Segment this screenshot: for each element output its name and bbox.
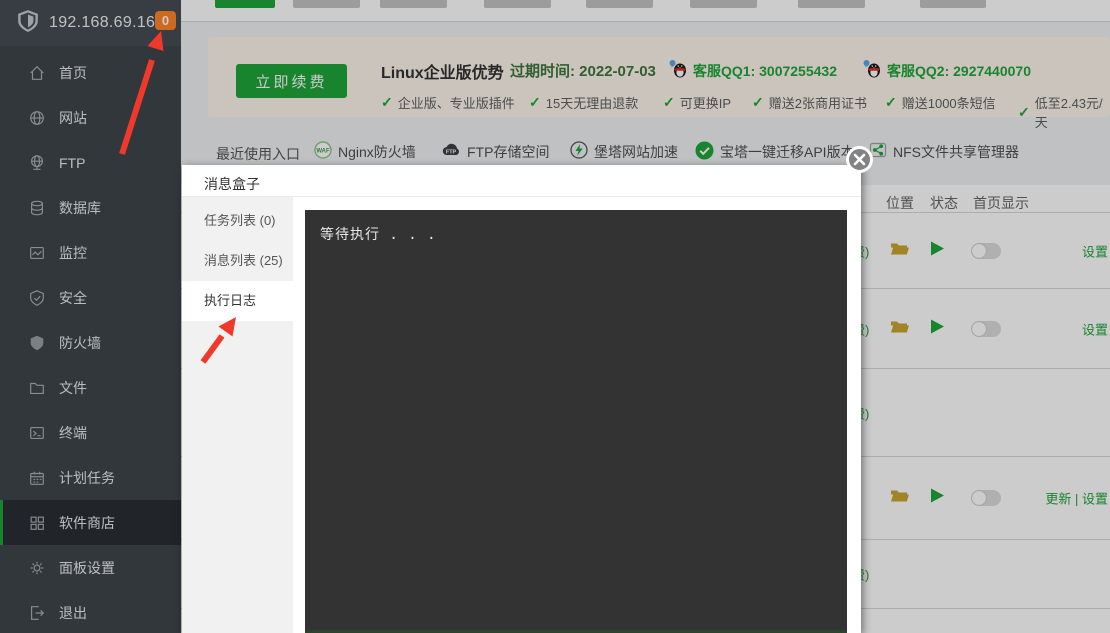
close-icon	[853, 153, 866, 166]
tab-message-list[interactable]: 消息列表 (25)	[182, 241, 293, 281]
modal-tab-column: 任务列表 (0) 消息列表 (25) 执行日志	[182, 197, 293, 633]
tab-task-list[interactable]: 任务列表 (0)	[182, 201, 293, 241]
terminal-waiting-text: 等待执行 . . .	[320, 224, 437, 244]
modal-title: 消息盒子	[204, 174, 260, 194]
modal-close-button[interactable]	[846, 146, 873, 173]
message-box-modal: 消息盒子 任务列表 (0) 消息列表 (25) 执行日志 等待执行 . . .	[182, 165, 861, 633]
bt-panel-screen: 192.168.69.161 0 首页 网站 FTP 数据库 监控 安全	[0, 0, 1110, 633]
modal-header: 消息盒子	[182, 165, 861, 197]
exec-log-terminal: 等待执行 . . .	[305, 210, 847, 633]
tab-exec-log[interactable]: 执行日志	[182, 281, 293, 321]
